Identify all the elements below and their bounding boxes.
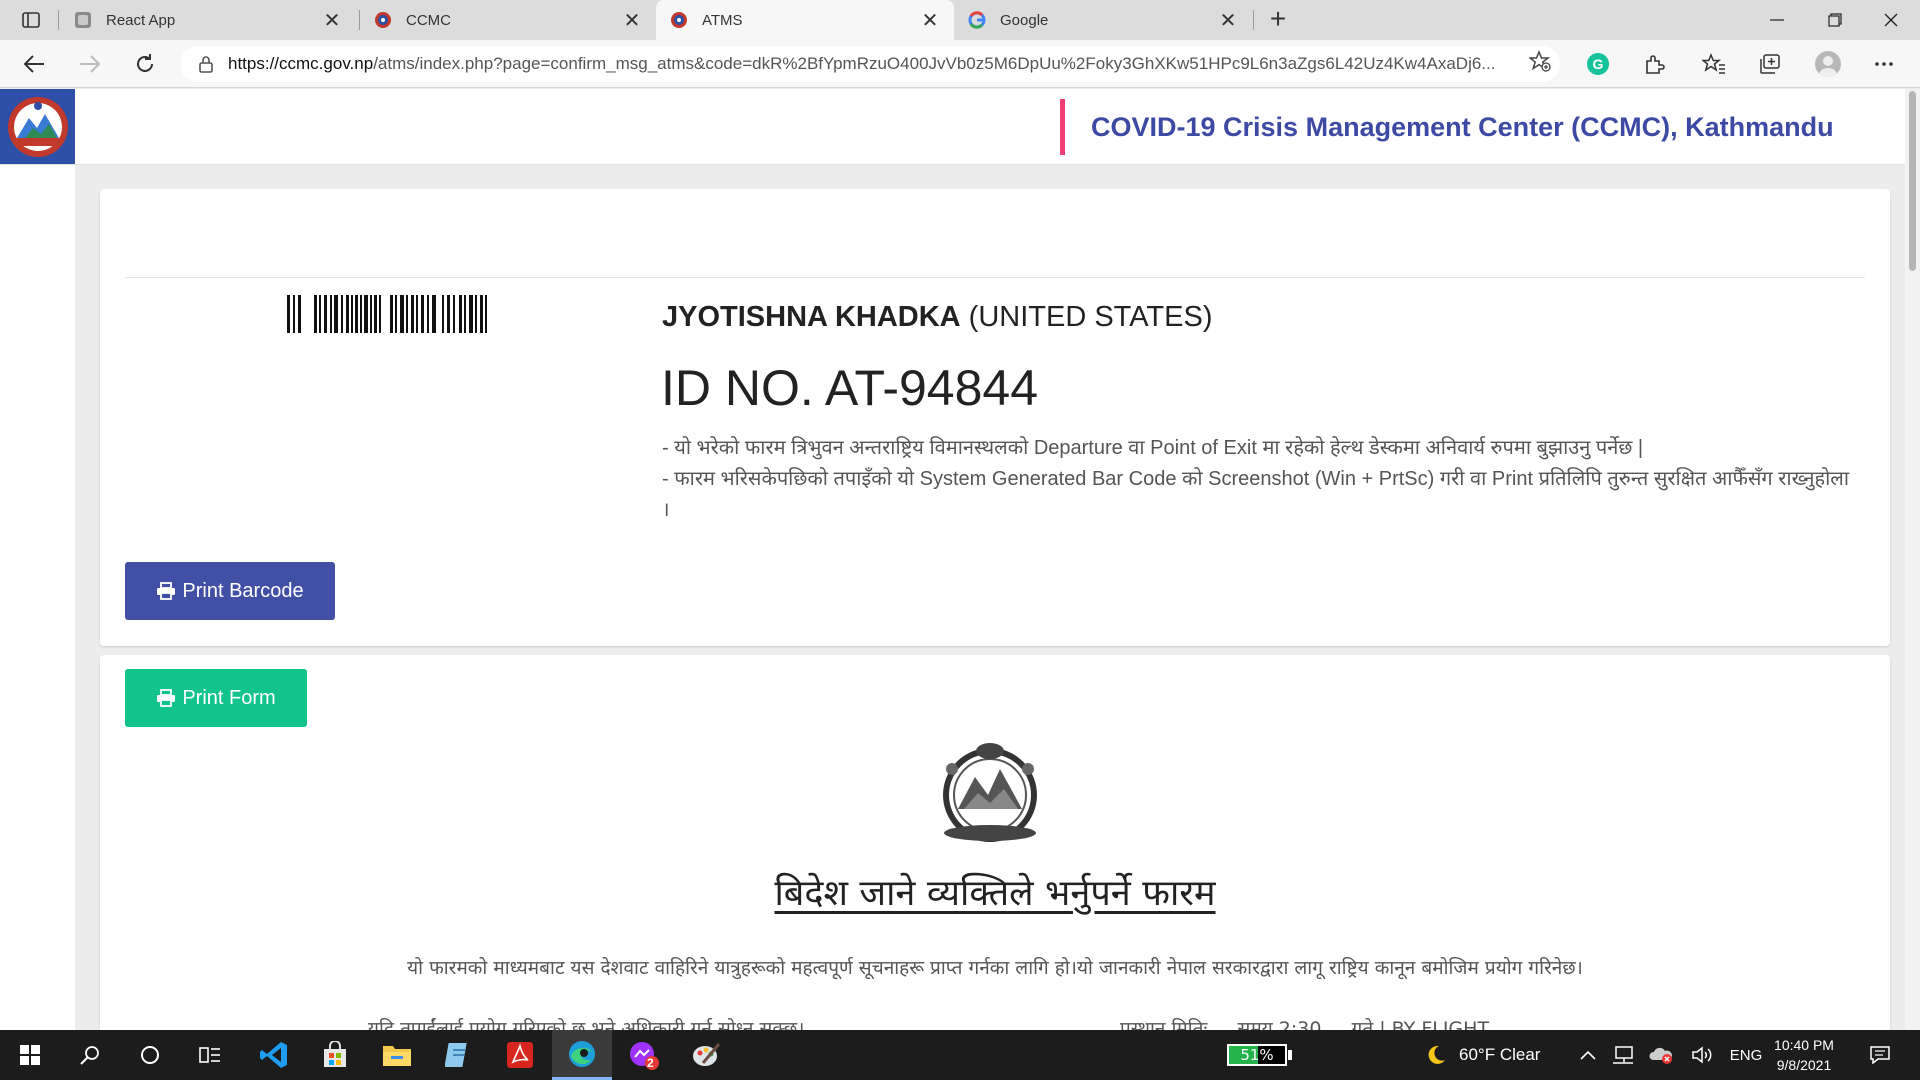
tab-label: React App	[106, 11, 176, 29]
url-path: /atms/index.php?page=confirm_msg_atms&co…	[373, 54, 1496, 73]
notepad-icon[interactable]	[428, 1030, 488, 1080]
instruction-line: - फारम भरिसकेपछिको तपाइँको यो System Gen…	[662, 468, 1850, 521]
vscode-icon[interactable]	[244, 1030, 304, 1080]
browser-address-bar: https://ccmc.gov.np/atms/index.php?page=…	[0, 40, 1920, 88]
collections-icon[interactable]	[1752, 48, 1788, 80]
volume-icon[interactable]	[1688, 1030, 1718, 1080]
divider	[125, 277, 1865, 278]
weather-text: 60°F Clear	[1459, 1045, 1541, 1064]
acrobat-icon[interactable]	[490, 1030, 550, 1080]
battery-percent: 51%	[1240, 1046, 1274, 1064]
tab-ccmc[interactable]: CCMC ✕	[360, 0, 656, 40]
forward-button[interactable]	[72, 48, 108, 80]
favorites-icon[interactable]	[1696, 48, 1732, 80]
form-cut-text: प्रस्थान मितिः ... समय 2:30 ... गते | BY…	[1120, 1018, 1490, 1030]
form-card: Print Form बिदेश जाने व्यक्तिले भर्नुपर्…	[100, 655, 1890, 1030]
close-icon[interactable]: ✕	[322, 8, 342, 33]
nepal-emblem-logo[interactable]	[0, 89, 75, 164]
site-title-container: COVID-19 Crisis Management Center (CCMC)…	[1060, 99, 1834, 155]
printer-icon	[157, 689, 176, 707]
messenger-icon[interactable]: 2	[614, 1030, 674, 1080]
file-explorer-icon[interactable]	[367, 1030, 427, 1080]
form-title: बिदेश जाने व्यक्तिले भर्नुपर्ने फारम	[774, 873, 1216, 914]
url-text: https://ccmc.gov.np/atms/index.php?page=…	[228, 54, 1520, 74]
printer-icon	[157, 582, 176, 600]
site-header: COVID-19 Crisis Management Center (CCMC)…	[0, 89, 1905, 165]
scrollbar-thumb[interactable]	[1909, 91, 1916, 271]
close-icon[interactable]: ✕	[1218, 8, 1238, 33]
tab-google[interactable]: Google ✕	[954, 0, 1252, 40]
sidebar-strip	[0, 165, 75, 1030]
windows-start-icon[interactable]	[0, 1030, 60, 1080]
chevron-up-icon[interactable]	[1574, 1030, 1602, 1080]
back-button[interactable]	[16, 48, 52, 80]
edge-browser-icon[interactable]	[552, 1030, 612, 1080]
address-field[interactable]: https://ccmc.gov.np/atms/index.php?page=…	[180, 46, 1560, 82]
windows-taskbar: 2 51% 60°F Clear ENG 10:40 PM 9/8/2021	[0, 1030, 1920, 1080]
weather-widget[interactable]: 60°F Clear	[1425, 1030, 1540, 1080]
id-number: ID NO. AT-94844	[661, 360, 1039, 416]
confirmation-card: JYOTISHNA KHADKA (UNITED STATES) ID NO. …	[100, 189, 1890, 646]
minimize-button[interactable]	[1748, 0, 1806, 40]
clock-date: 9/8/2021	[1776, 1057, 1832, 1073]
restore-button[interactable]	[1806, 0, 1864, 40]
instruction-line: - यो भरेको फारम त्रिभुवन अन्तराष्ट्रिय व…	[662, 437, 1644, 459]
tab-label: ATMS	[702, 11, 743, 29]
microsoft-store-icon[interactable]	[305, 1030, 365, 1080]
tab-separator	[1253, 10, 1254, 30]
traveller-info: JYOTISHNA KHADKA (UNITED STATES)	[662, 301, 1212, 334]
google-favicon-icon	[968, 11, 986, 29]
traveller-country: (UNITED STATES)	[968, 301, 1213, 333]
instructions: - यो भरेको फारम त्रिभुवन अन्तराष्ट्रिय व…	[662, 433, 1852, 526]
nepal-emblem-favicon-icon	[375, 12, 391, 28]
print-form-label: Print Form	[182, 686, 276, 709]
print-form-button[interactable]: Print Form	[125, 669, 307, 727]
print-barcode-button[interactable]: Print Barcode	[125, 562, 335, 620]
new-tab-button[interactable]: +	[1262, 4, 1294, 36]
nepal-emblem-favicon-icon	[671, 12, 687, 28]
notifications-icon[interactable]	[1862, 1030, 1898, 1080]
lock-icon	[199, 56, 213, 73]
close-window-button[interactable]	[1862, 0, 1920, 40]
tab-label: CCMC	[406, 11, 451, 29]
network-icon[interactable]	[1608, 1030, 1638, 1080]
page-scrollbar[interactable]	[1905, 89, 1920, 1030]
traveller-name: JYOTISHNA KHADKA	[662, 301, 961, 333]
input-language[interactable]: ENG	[1726, 1030, 1766, 1080]
nepal-emblem-image	[943, 743, 1037, 842]
form-intro: यो फारमको माध्यमबाट यस देशवाट वाहिरिने य…	[407, 957, 1583, 979]
battery-tip	[1288, 1050, 1292, 1060]
system-clock[interactable]: 10:40 PM 9/8/2021	[1762, 1035, 1846, 1075]
add-favorite-icon[interactable]	[1520, 50, 1560, 78]
tab-separator	[58, 10, 59, 30]
close-icon[interactable]: ✕	[920, 8, 940, 33]
barcode-image	[287, 295, 487, 333]
page-viewport: COVID-19 Crisis Management Center (CCMC)…	[0, 89, 1920, 1030]
notification-badge: 2	[647, 1056, 654, 1070]
url-host: https://ccmc.gov.np	[228, 54, 374, 73]
tab-atms[interactable]: ATMS ✕	[656, 0, 954, 40]
search-icon[interactable]	[60, 1030, 120, 1080]
cortana-icon[interactable]	[120, 1030, 180, 1080]
grammarly-extension-icon[interactable]: G	[1580, 48, 1616, 80]
extensions-icon[interactable]	[1636, 48, 1672, 80]
profile-avatar[interactable]	[1810, 48, 1846, 80]
tab-label: Google	[1000, 11, 1049, 29]
task-view-icon[interactable]	[180, 1030, 240, 1080]
settings-more-icon[interactable]	[1866, 48, 1902, 80]
onedrive-warning-icon[interactable]	[1646, 1030, 1676, 1080]
clock-time: 10:40 PM	[1774, 1037, 1834, 1053]
battery-indicator[interactable]: 51%	[1227, 1044, 1287, 1066]
refresh-button[interactable]	[127, 48, 163, 80]
site-title: COVID-19 Crisis Management Center (CCMC)…	[1091, 111, 1834, 142]
moon-icon	[1428, 1045, 1445, 1064]
paint-icon[interactable]	[676, 1030, 736, 1080]
close-icon[interactable]: ✕	[622, 8, 642, 33]
browser-tab-strip: React App ✕ CCMC ✕ ATMS ✕ Google ✕ +	[0, 0, 1920, 40]
react-app-favicon-icon	[75, 12, 91, 28]
tab-actions-icon[interactable]	[14, 8, 48, 32]
print-barcode-label: Print Barcode	[182, 579, 304, 602]
tab-react-app[interactable]: React App ✕	[60, 0, 356, 40]
form-cut-text: यदि तपाईंलाई प्रयोग गरिएको छ भने अधिकारी…	[368, 1018, 805, 1030]
